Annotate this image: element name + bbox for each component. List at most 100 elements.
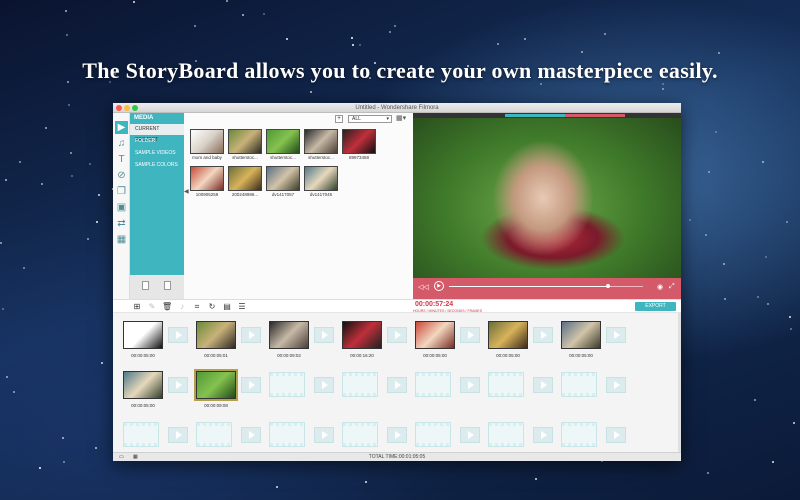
record-tool-icon[interactable]: ▤ bbox=[222, 302, 232, 312]
overlay-icon[interactable]: ❐ bbox=[115, 185, 128, 198]
view-mode-icon[interactable]: ▦▾ bbox=[396, 115, 408, 123]
media-thumbnail bbox=[266, 166, 300, 191]
star bbox=[68, 104, 70, 106]
preview-player: ◁◁ ▶ ◉ ⤢ bbox=[413, 113, 681, 299]
media-label: dv1417045 bbox=[309, 192, 333, 197]
star bbox=[604, 33, 606, 35]
scrubber-handle[interactable] bbox=[606, 284, 610, 288]
empty-clip-slot[interactable] bbox=[415, 371, 455, 411]
music-icon[interactable]: ♫ bbox=[115, 137, 128, 150]
filter-icon[interactable]: ⊘ bbox=[115, 169, 128, 182]
import-file-icon[interactable] bbox=[164, 281, 171, 290]
media-item[interactable]: dv1417057 bbox=[266, 166, 300, 197]
media-item[interactable]: 100905259 bbox=[190, 166, 224, 197]
crop-tool-icon[interactable]: ⌗ bbox=[192, 302, 202, 312]
transition-slot[interactable] bbox=[314, 377, 334, 393]
media-icon[interactable]: ▶ bbox=[115, 121, 128, 134]
media-item[interactable]: shutterstoc... bbox=[228, 129, 262, 160]
empty-clip-slot[interactable] bbox=[342, 371, 382, 411]
star bbox=[497, 43, 499, 45]
text-icon[interactable]: T bbox=[115, 153, 128, 166]
transition-slot[interactable] bbox=[460, 327, 480, 343]
collapse-panel-icon[interactable]: ◀ bbox=[184, 188, 189, 198]
transition-slot[interactable] bbox=[241, 327, 261, 343]
storyboard-clip[interactable]: 00:00:05:00 bbox=[123, 321, 163, 361]
export-button[interactable]: EXPORT bbox=[635, 302, 676, 311]
transition-slot[interactable] bbox=[241, 377, 261, 393]
snapshot-icon[interactable]: ◉ bbox=[657, 283, 663, 291]
storyboard-clip[interactable]: 00:00:09:08 bbox=[194, 369, 238, 411]
transition-slot[interactable] bbox=[168, 377, 188, 393]
transition-slot[interactable] bbox=[460, 377, 480, 393]
media-item[interactable]: dv1417045 bbox=[304, 166, 338, 197]
element-icon[interactable]: ▣ bbox=[115, 201, 128, 214]
star bbox=[757, 296, 759, 298]
transition-icon[interactable]: ⇄ bbox=[115, 217, 128, 230]
transition-slot[interactable] bbox=[533, 377, 553, 393]
fullscreen-icon[interactable]: ⤢ bbox=[669, 283, 675, 291]
transition-slot[interactable] bbox=[168, 427, 188, 443]
play-icon[interactable]: ▶ bbox=[434, 281, 444, 291]
transition-slot[interactable] bbox=[460, 427, 480, 443]
storyboard-clip[interactable]: 00:00:09:02 bbox=[269, 321, 309, 361]
preview-video-frame[interactable] bbox=[413, 118, 681, 278]
add-media-button[interactable]: + bbox=[335, 115, 343, 123]
clip-thumbnail bbox=[488, 321, 528, 349]
audio-tool-icon[interactable]: ♪ bbox=[177, 302, 187, 312]
empty-clip-slot[interactable] bbox=[488, 371, 528, 411]
add-media-tool-icon[interactable]: ⊞ bbox=[132, 302, 142, 312]
media-item[interactable]: mom and baby bbox=[190, 129, 224, 160]
star bbox=[13, 391, 15, 393]
previous-frame-icon[interactable]: ◁◁ bbox=[418, 283, 429, 291]
storyboard-clip[interactable]: 00:00:05:00 bbox=[561, 321, 601, 361]
media-item[interactable]: 200248986... bbox=[228, 166, 262, 197]
star bbox=[98, 194, 100, 196]
star bbox=[581, 51, 583, 53]
transition-slot[interactable] bbox=[387, 427, 407, 443]
media-category-item[interactable]: CURRENT PROJECT bbox=[130, 124, 184, 143]
storyboard-clip[interactable]: 00:00:05:00 bbox=[415, 321, 455, 361]
star bbox=[389, 31, 391, 33]
media-label: shutterstoc... bbox=[232, 155, 258, 160]
adjust-tool-icon[interactable]: ☰ bbox=[237, 302, 247, 312]
transition-slot[interactable] bbox=[387, 377, 407, 393]
new-folder-icon[interactable] bbox=[142, 281, 149, 290]
film-frame-icon bbox=[561, 372, 597, 397]
storyboard-clip[interactable]: 00:00:16:20 bbox=[342, 321, 382, 361]
transition-slot[interactable] bbox=[314, 327, 334, 343]
media-category-item[interactable]: FOLDER bbox=[130, 136, 184, 147]
transition-slot[interactable] bbox=[533, 327, 553, 343]
transition-slot[interactable] bbox=[606, 427, 626, 443]
transition-slot[interactable] bbox=[387, 327, 407, 343]
transition-slot[interactable] bbox=[241, 427, 261, 443]
media-item[interactable]: shutterstoc... bbox=[304, 129, 338, 160]
media-category-item[interactable]: SAMPLE VIDEOS bbox=[130, 148, 184, 159]
transition-slot[interactable] bbox=[533, 427, 553, 443]
media-filter-select[interactable]: ALL bbox=[348, 115, 392, 123]
media-item[interactable]: shutterstoc... bbox=[266, 129, 300, 160]
storyboard-clip[interactable]: 00:00:05:00 bbox=[123, 371, 163, 411]
split-screen-icon[interactable]: ▦ bbox=[115, 233, 128, 246]
edit-tool-icon[interactable]: ✎ bbox=[147, 302, 157, 312]
storyboard-clip[interactable]: 00:00:05:01 bbox=[196, 321, 236, 361]
playback-scrubber[interactable] bbox=[449, 284, 643, 288]
empty-clip-slot[interactable] bbox=[269, 371, 309, 411]
star bbox=[772, 461, 774, 463]
star bbox=[65, 10, 67, 12]
transition-slot[interactable] bbox=[606, 377, 626, 393]
transition-slot[interactable] bbox=[168, 327, 188, 343]
media-label: 100905259 bbox=[195, 192, 219, 197]
empty-clip-slot[interactable] bbox=[561, 371, 601, 411]
star bbox=[535, 478, 537, 480]
storyboard-scrollbar[interactable] bbox=[678, 313, 681, 452]
star bbox=[242, 14, 244, 16]
transition-slot[interactable] bbox=[606, 327, 626, 343]
rotate-tool-icon[interactable]: ↻ bbox=[207, 302, 217, 312]
transition-slot[interactable] bbox=[314, 427, 334, 443]
media-item[interactable]: 89973458 bbox=[342, 129, 376, 160]
star bbox=[95, 447, 97, 449]
playback-progress bbox=[449, 286, 608, 287]
storyboard-clip[interactable]: 00:00:05:00 bbox=[488, 321, 528, 361]
delete-tool-icon[interactable]: 🗑 bbox=[162, 302, 172, 312]
media-category-item[interactable]: SAMPLE COLORS bbox=[130, 160, 184, 171]
